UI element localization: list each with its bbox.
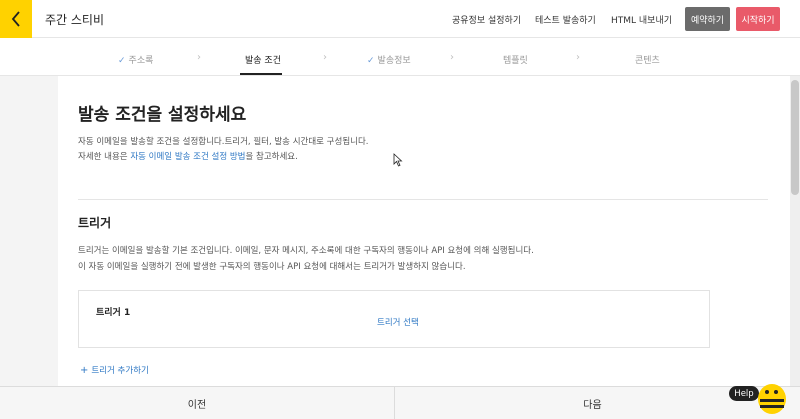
check-icon: ✓ xyxy=(118,56,126,66)
chevron-right-icon: › xyxy=(323,52,327,63)
test-send-link[interactable]: 테스트 발송하기 xyxy=(535,13,596,26)
chevron-right-icon: › xyxy=(197,52,201,63)
help-guide-link[interactable]: 자동 이메일 발송 조건 설정 방법 xyxy=(130,152,245,162)
trigger-select-button[interactable]: 트리거 선택 xyxy=(377,316,419,328)
check-icon: ✓ xyxy=(367,56,375,66)
step-navigation: ✓ 주소록 › 발송 조건 › ✓ 발송정보 › 템플릿 › 콘텐츠 xyxy=(0,38,800,76)
trigger-card: 트리거 1 트리거 선택 xyxy=(78,290,710,348)
active-step-indicator xyxy=(240,73,282,75)
step-template[interactable]: 템플릿 xyxy=(503,53,528,66)
trigger-description-2: 이 자동 이메일을 실행하기 전에 발생한 구독자의 행동이나 API 요청에 … xyxy=(78,262,466,272)
back-button[interactable] xyxy=(0,0,32,38)
step-address-book[interactable]: ✓ 주소록 xyxy=(118,53,153,66)
page-title: 주간 스티비 xyxy=(45,13,105,27)
reserve-button[interactable]: 예약하기 xyxy=(685,7,730,31)
section-heading: 발송 조건을 설정하세요 xyxy=(78,105,247,125)
help-button[interactable]: Help xyxy=(729,386,759,401)
bottom-navigation: 이전 다음 xyxy=(0,386,800,419)
main-content: 발송 조건을 설정하세요 자동 이메일을 발송할 조건을 설정합니다.트리거, … xyxy=(58,76,790,386)
trigger-label: 트리거 1 xyxy=(96,308,131,318)
chevron-left-icon xyxy=(11,11,20,27)
chevron-right-icon: › xyxy=(450,52,454,63)
share-settings-link[interactable]: 공유정보 설정하기 xyxy=(452,13,521,26)
trigger-description-1: 트리거는 이메일을 발송할 기본 조건입니다. 이메일, 문자 메시지, 주소록… xyxy=(78,246,534,256)
step-send-info[interactable]: ✓ 발송정보 xyxy=(367,53,411,66)
add-trigger-button[interactable]: + 트리거 추가하기 xyxy=(80,364,149,376)
step-content[interactable]: 콘텐츠 xyxy=(635,53,660,66)
step-send-condition[interactable]: 발송 조건 xyxy=(245,53,281,66)
divider xyxy=(78,199,768,200)
plus-icon: + xyxy=(80,365,89,376)
trigger-section-title: 트리거 xyxy=(78,216,112,230)
description-line-1: 자동 이메일을 발송할 조건을 설정합니다.트리거, 필터, 발송 시간대로 구… xyxy=(78,137,369,147)
html-export-link[interactable]: HTML 내보내기 xyxy=(611,13,672,26)
chevron-right-icon: › xyxy=(576,52,580,63)
prev-button[interactable]: 이전 xyxy=(0,387,394,419)
top-bar: 주간 스티비 공유정보 설정하기 테스트 발송하기 HTML 내보내기 예약하기… xyxy=(0,0,800,38)
bee-mascot-icon[interactable] xyxy=(756,380,788,414)
description-line-2: 자세한 내용은 자동 이메일 발송 조건 설정 방법을 참고하세요. xyxy=(78,152,298,162)
scrollbar-thumb[interactable] xyxy=(791,80,799,195)
mouse-cursor-icon xyxy=(393,152,403,171)
start-button[interactable]: 시작하기 xyxy=(736,7,780,31)
